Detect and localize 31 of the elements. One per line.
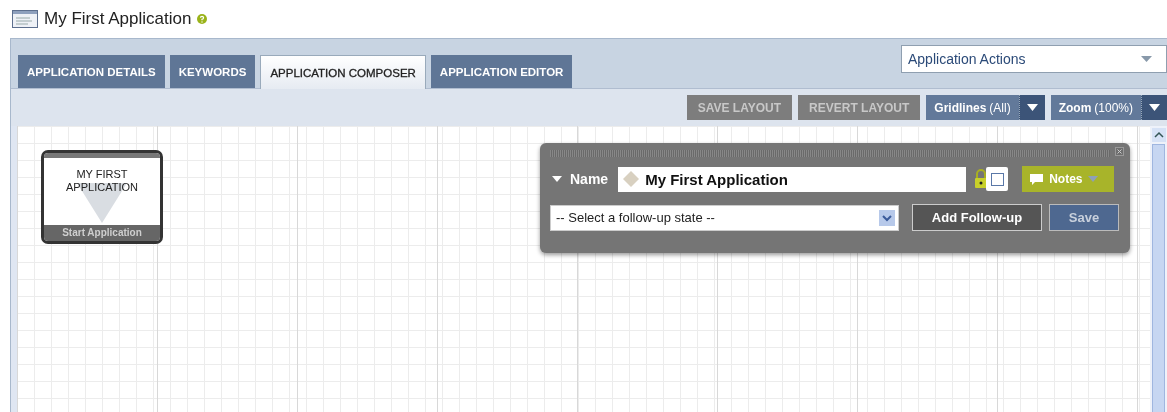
split-dropdown[interactable]: Gridlines (All) bbox=[926, 95, 1045, 120]
close-icon[interactable] bbox=[1115, 147, 1124, 156]
collapse-icon[interactable] bbox=[552, 176, 562, 182]
scrollbar[interactable] bbox=[1150, 126, 1167, 412]
name-label: Name bbox=[570, 171, 609, 187]
scroll-up-icon[interactable] bbox=[1151, 128, 1166, 142]
chevron-down-icon bbox=[879, 209, 895, 226]
add-follow-up-button[interactable]: Add Follow-up bbox=[912, 204, 1042, 231]
dropdown-arrow-icon bbox=[1149, 104, 1160, 111]
caret-icon bbox=[1088, 176, 1099, 182]
window-icon bbox=[12, 10, 38, 28]
dropdown-arrow-icon bbox=[1141, 56, 1152, 62]
lock-icon bbox=[974, 169, 989, 189]
follow-up-select[interactable]: -- Select a follow-up state -- bbox=[550, 204, 899, 231]
tab[interactable]: KEYWORDS bbox=[169, 55, 256, 88]
help-icon[interactable] bbox=[197, 14, 208, 24]
page-title: My First Application bbox=[44, 9, 192, 29]
tab[interactable]: APPLICATION EDITOR bbox=[430, 55, 573, 88]
tab[interactable]: APPLICATION DETAILS bbox=[18, 55, 165, 88]
speech-bubble-icon bbox=[1030, 173, 1044, 185]
name-field[interactable]: My First Application bbox=[618, 166, 967, 192]
node-footer: Start Application bbox=[44, 225, 160, 241]
actions-dropdown[interactable]: Application Actions bbox=[901, 45, 1167, 73]
split-dropdown[interactable]: Zoom (100%) bbox=[1050, 95, 1167, 120]
node-title: MY FIRST APPLICATION bbox=[65, 168, 139, 194]
drag-handle[interactable] bbox=[550, 150, 1110, 157]
tab[interactable]: APPLICATION COMPOSER bbox=[260, 55, 426, 89]
state-node[interactable]: MY FIRST APPLICATION Start Application bbox=[41, 150, 163, 244]
lock-checkbox[interactable] bbox=[990, 172, 1004, 186]
dropdown-arrow-icon bbox=[1026, 104, 1038, 111]
save-button[interactable]: Save bbox=[1049, 204, 1119, 231]
